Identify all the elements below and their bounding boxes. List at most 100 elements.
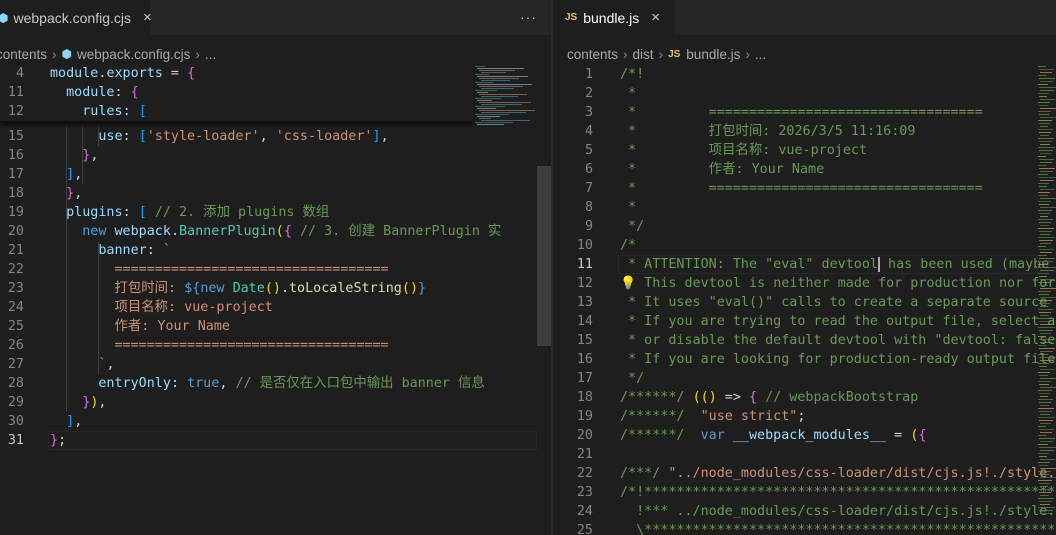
code-line[interactable]: 21 banner: ` [0, 241, 537, 260]
breadcrumb-item-contents[interactable]: contents [0, 47, 47, 62]
line-number: 12 [576, 276, 593, 291]
code-text: * It uses "eval()" calls to create a sep… [620, 295, 1056, 310]
minimap-line [1038, 354, 1048, 355]
code-line[interactable]: 2 * [553, 84, 1038, 103]
code-line[interactable]: 12 💡 This devtool is neither made for pro… [553, 274, 1056, 293]
code-line[interactable]: 4 * 打包时间: 2026/3/5 11:16:09 [553, 122, 1038, 141]
minimap-line [1038, 453, 1049, 454]
minimap-line [1038, 471, 1051, 472]
code-line[interactable]: 13 * It uses "eval()" calls to create a … [553, 293, 1056, 312]
lightbulb-icon[interactable]: 💡 [620, 276, 636, 291]
code-line[interactable]: 17 */ [553, 369, 1038, 388]
code-line[interactable]: 22 /***/ "../node_modules/css-loader/dist… [553, 464, 1056, 483]
code-line[interactable]: 22 ================================== [0, 260, 537, 279]
breadcrumb-item-more[interactable]: ... [755, 47, 766, 62]
code-line[interactable]: 18 }, [0, 184, 537, 203]
code-line[interactable]: 8 * [553, 198, 1038, 217]
code-line[interactable]: 19 plugins: [ // 2. 添加 plugins 数组 [0, 203, 537, 222]
code-line[interactable]: 1 /*! [553, 65, 1038, 84]
code-line[interactable]: 20 /******/ var __webpack_modules__ = ({ [553, 426, 1038, 445]
close-icon[interactable]: × [651, 9, 660, 26]
line-number: 29 [7, 395, 24, 410]
code-line[interactable]: 19 /******/ "use strict"; [553, 407, 1038, 426]
breadcrumb-item-more[interactable]: ... [205, 47, 216, 62]
code-line[interactable]: 20 new webpack.BannerPlugin({ // 3. 创建 B… [0, 222, 537, 241]
code-editor[interactable]: 1/*! 2 * 3 * =============================… [553, 64, 1056, 535]
code-line[interactable]: 12 rules: [ [0, 102, 473, 121]
code-line[interactable]: 6 * 作者: Your Name [553, 160, 1038, 179]
line-number: 24 [576, 504, 593, 519]
minimap-line [1038, 327, 1055, 328]
code-line[interactable]: 25 作者: Your Name [0, 317, 537, 336]
line-number: 30 [7, 414, 24, 429]
line-number: 24 [7, 300, 24, 315]
code-editor[interactable]: 15 use: ['style-loader', 'css-loader'], 1… [0, 64, 551, 535]
code-line[interactable]: 23 打包时间: ${new Date().toLocaleString()} [0, 279, 537, 298]
code-line[interactable]: 3 * ================================== [553, 103, 1038, 122]
code-line[interactable]: 16 * If you are looking for production-r… [553, 350, 1056, 369]
code-line[interactable]: 14 * If you are trying to read the outpu… [553, 312, 1055, 331]
minimap-line [475, 106, 505, 107]
minimap-line [479, 102, 531, 103]
code-text: module.exports = { [50, 66, 196, 81]
minimap[interactable] [473, 64, 539, 535]
tab-bundle-js[interactable]: JS bundle.js × [553, 0, 675, 35]
breadcrumb-item-file[interactable]: bundle.js [686, 47, 740, 62]
chevron-right-icon: › [52, 46, 57, 62]
minimap-line [477, 124, 504, 125]
code-line[interactable]: 21 [553, 445, 1038, 464]
code-line[interactable]: 25 \************************************… [553, 521, 1056, 535]
close-icon[interactable]: × [143, 9, 152, 26]
minimap-line [1038, 75, 1047, 76]
code-line[interactable]: 7 * ================================== [553, 179, 1038, 198]
code-line[interactable]: 11 module: { [0, 83, 473, 102]
minimap-line [477, 84, 532, 85]
code-line[interactable]: 23 /*!***********************************… [553, 483, 1056, 502]
breadcrumb-item-contents[interactable]: contents [567, 47, 618, 62]
minimap-line [1040, 180, 1054, 181]
minimap-line [475, 82, 493, 83]
more-actions-icon[interactable]: ··· [520, 9, 537, 25]
minimap-line [1040, 396, 1048, 397]
code-line[interactable]: 29 }), [0, 393, 537, 412]
minimap-line [1039, 213, 1050, 214]
line-number: 17 [7, 167, 24, 182]
minimap-line [1039, 186, 1047, 187]
minimap-line [1040, 360, 1054, 361]
js-file-icon: JS [565, 12, 578, 23]
line-number: 27 [7, 357, 24, 372]
minimap-line [1039, 420, 1053, 421]
code-line[interactable]: 17 ], [0, 165, 537, 184]
code-line[interactable]: 27 `, [0, 355, 537, 374]
code-line[interactable]: 16 }, [0, 146, 537, 165]
minimap-line [1040, 108, 1056, 109]
line-number: 21 [576, 447, 593, 462]
tab-webpack-config[interactable]: ⬢ webpack.config.cjs × [0, 0, 152, 35]
indent-guide [66, 127, 67, 412]
breadcrumb-item-dist[interactable]: dist [633, 47, 654, 62]
minimap[interactable] [1038, 64, 1056, 535]
minimap-line [1038, 192, 1050, 193]
code-text: * or disable the default devtool with "d… [620, 333, 1056, 348]
tab-label: webpack.config.cjs [13, 9, 131, 26]
code-line[interactable]: 15 * or disable the default devtool with… [553, 331, 1056, 350]
breadcrumb-item-file[interactable]: webpack.config.cjs [77, 47, 190, 62]
code-line[interactable]: 4 module.exports = { [0, 64, 473, 83]
code-line[interactable]: 30 ], [0, 412, 537, 431]
code-line[interactable]: 9 */ [553, 217, 1038, 236]
code-line[interactable]: 24 项目名称: vue-project [0, 298, 537, 317]
code-line[interactable]: 26 ================================== [0, 336, 537, 355]
code-line[interactable]: 24 !*** ../node_modules/css-loader/dist/… [553, 502, 1056, 521]
code-line[interactable]: 18 /******/ (() => { // webpackBootstrap [553, 388, 1038, 407]
code-line[interactable]: 5 * 项目名称: vue-project [553, 141, 1038, 160]
minimap-line [1040, 270, 1054, 271]
code-text: * ================================== [620, 181, 983, 196]
scrollbar[interactable] [537, 166, 551, 346]
code-line[interactable]: 15 use: ['style-loader', 'css-loader'], [0, 127, 537, 146]
line-number: 6 [584, 162, 593, 177]
code-line[interactable]: 28 entryOnly: true, // 是否仅在入口包中输出 banner… [0, 374, 537, 393]
code-line[interactable]: 10 /* [553, 236, 1038, 255]
breadcrumb: contents › dist › JS bundle.js › ... [567, 44, 766, 64]
sticky-scroll-header[interactable]: 4 module.exports = {11 module: {12 rules:… [0, 64, 473, 122]
minimap-line [1038, 300, 1052, 301]
